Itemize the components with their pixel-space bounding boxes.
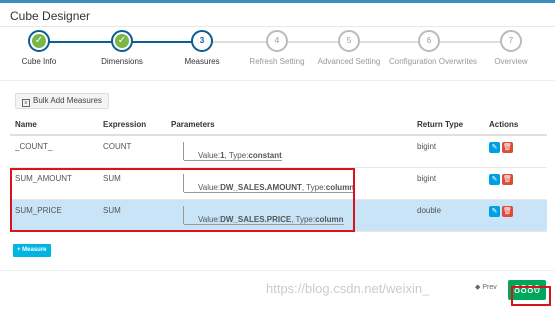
wizard-steps: ✓ Cube Info ✓ Dimensions 3 Measures 4 Re… — [0, 30, 555, 72]
step-circle: ✓ — [111, 30, 133, 52]
check-icon: ✓ — [32, 34, 46, 48]
cell-actions: ✎ 🗑 — [484, 167, 547, 200]
step-label: Overview — [494, 57, 528, 66]
cell-actions: ✎ 🗑 — [484, 135, 547, 168]
col-return-type[interactable]: Return Type — [412, 115, 484, 136]
edit-icon[interactable]: ✎ — [489, 142, 500, 153]
step-circle: ✓ — [28, 30, 50, 52]
table-header-row: Name Expression Parameters Return Type A… — [10, 115, 547, 136]
delete-icon[interactable]: 🗑 — [502, 142, 513, 153]
step-circle: 4 — [266, 30, 288, 52]
edit-icon[interactable]: ✎ — [489, 173, 500, 185]
page-title: Cube Designer — [10, 9, 91, 23]
wizard-step-cube-info[interactable]: ✓ Cube Info — [0, 30, 79, 66]
col-parameters: Parameters — [166, 115, 412, 136]
divider — [0, 80, 555, 81]
table-row[interactable]: _COUNT_ COUNT Value:1, Type:constant big… — [10, 135, 547, 168]
delete-icon[interactable]: 🗑 — [502, 205, 513, 217]
highlight-box — [511, 286, 551, 306]
col-actions: Actions — [484, 115, 547, 136]
cell-return-type: double — [412, 199, 484, 232]
watermark: https://blog.csdn.net/weixin_ — [266, 281, 430, 296]
edit-icon[interactable]: ✎ — [489, 205, 500, 217]
step-label: Cube Info — [21, 57, 57, 66]
cell-name: _COUNT_ — [10, 135, 98, 168]
delete-icon[interactable]: 🗑 — [502, 173, 513, 185]
divider — [0, 26, 555, 27]
wizard-step-advanced-setting[interactable]: 5 Advanced Setting — [309, 30, 389, 66]
cell-return-type: bigint — [412, 167, 484, 200]
wizard-step-overview[interactable]: 7 Overview — [471, 30, 551, 66]
check-icon: ✓ — [115, 34, 129, 48]
cell-expression: COUNT — [98, 135, 166, 168]
bulk-add-measures-button[interactable]: ≡ Bulk Add Measures — [15, 93, 109, 109]
bulk-add-label: Bulk Add Measures — [33, 96, 102, 105]
col-name[interactable]: Name — [10, 115, 98, 136]
step-circle: 7 — [500, 30, 522, 52]
cell-actions: ✎ 🗑 — [484, 199, 547, 232]
step-label: Measures — [184, 57, 220, 66]
param-text: Value:1, Type:constant — [184, 152, 282, 161]
prev-button[interactable]: ◆ Prev — [475, 283, 497, 291]
param-tree: Value:1, Type:constant — [183, 142, 282, 161]
wizard-step-configuration-overwrites[interactable]: 6 Configuration Overwrites — [389, 30, 478, 66]
wizard-step-measures[interactable]: 3 Measures — [162, 30, 242, 66]
highlight-box — [10, 168, 355, 232]
step-label: Advanced Setting — [317, 57, 381, 66]
wizard-step-dimensions[interactable]: ✓ Dimensions — [82, 30, 162, 66]
cell-parameters: Value:1, Type:constant — [166, 135, 412, 168]
divider — [0, 270, 555, 271]
step-label: Refresh Setting — [249, 57, 305, 66]
step-circle: 5 — [338, 30, 360, 52]
cell-return-type: bigint — [412, 135, 484, 168]
step-circle: 3 — [191, 30, 213, 52]
step-label: Dimensions — [101, 57, 143, 66]
step-circle: 6 — [418, 30, 440, 52]
add-measure-button[interactable]: + Measure — [13, 244, 51, 257]
top-accent-bar — [0, 0, 555, 3]
wizard-step-refresh-setting[interactable]: 4 Refresh Setting — [237, 30, 317, 66]
step-label: Configuration Overwrites — [389, 57, 478, 66]
col-expression[interactable]: Expression — [98, 115, 166, 136]
list-icon: ≡ — [22, 99, 30, 107]
